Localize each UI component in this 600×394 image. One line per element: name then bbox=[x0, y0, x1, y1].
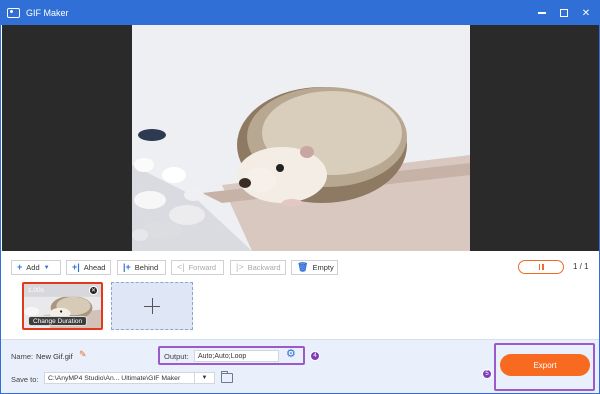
output-settings-panel: Name: New Gif.gif ✎ Output: Auto;Auto;Lo… bbox=[1, 339, 599, 393]
backward-icon: |> bbox=[236, 262, 244, 272]
step-badge-output: 4 bbox=[310, 351, 320, 361]
maximize-icon bbox=[560, 9, 568, 17]
save-to-label: Save to: bbox=[11, 375, 39, 384]
add-label: Add bbox=[26, 263, 40, 272]
chevron-down-icon: ▼ bbox=[201, 375, 208, 381]
insert-behind-icon: |+ bbox=[123, 262, 131, 272]
frame-strip: 1.00s ✕ Change Duration bbox=[1, 281, 599, 337]
maximize-button[interactable] bbox=[557, 6, 571, 20]
chevron-down-icon[interactable]: ▼ bbox=[44, 265, 50, 271]
output-format-field[interactable]: Auto;Auto;Loop bbox=[194, 350, 279, 362]
title-bar: GIF Maker ✕ bbox=[1, 1, 599, 25]
frame-duration: 1.00s bbox=[28, 287, 44, 294]
ahead-label: Ahead bbox=[83, 263, 106, 272]
window-controls: ✕ bbox=[535, 1, 593, 25]
edit-name-icon[interactable]: ✎ bbox=[79, 350, 89, 360]
minimize-icon bbox=[538, 12, 546, 14]
save-path-dropdown[interactable]: ▼ bbox=[195, 372, 215, 384]
trash-icon: 🗑 bbox=[297, 262, 309, 272]
window-title: GIF Maker bbox=[26, 8, 69, 18]
pause-button[interactable] bbox=[518, 260, 564, 274]
preview-image bbox=[132, 25, 470, 251]
ahead-button[interactable]: +| Ahead bbox=[66, 260, 111, 275]
minimize-button[interactable] bbox=[535, 6, 549, 20]
behind-button[interactable]: |+ Behind bbox=[117, 260, 166, 275]
change-duration-button[interactable]: Change Duration bbox=[28, 316, 88, 326]
plus-icon: + bbox=[17, 262, 23, 272]
remove-frame-icon[interactable]: ✕ bbox=[89, 286, 98, 295]
forward-icon: <| bbox=[177, 262, 185, 272]
empty-button[interactable]: 🗑 Empty bbox=[291, 260, 338, 275]
add-button[interactable]: + Add ▼ bbox=[11, 260, 61, 275]
file-name: New Gif.gif bbox=[36, 352, 73, 361]
behind-label: Behind bbox=[134, 263, 159, 272]
hedgehog-image bbox=[132, 25, 470, 251]
frame-thumbnail[interactable]: 1.00s ✕ Change Duration bbox=[22, 282, 103, 330]
empty-label: Empty bbox=[312, 263, 334, 272]
add-frame-slot[interactable] bbox=[111, 282, 193, 330]
name-label: Name: bbox=[11, 352, 34, 361]
close-icon: ✕ bbox=[581, 7, 591, 19]
pause-icon bbox=[538, 264, 540, 270]
preview-area bbox=[2, 25, 599, 251]
step-badge-export: 5 bbox=[482, 369, 492, 379]
backward-label: Backward bbox=[247, 263, 281, 272]
page-indicator: 1 / 1 bbox=[573, 262, 589, 271]
close-button[interactable]: ✕ bbox=[579, 6, 593, 20]
add-frame-icon bbox=[144, 298, 160, 314]
gear-icon[interactable]: ⚙ bbox=[286, 349, 297, 360]
forward-label: Forward bbox=[188, 263, 217, 272]
frame-toolbar: + Add ▼ +| Ahead |+ Behind <| Forward |>… bbox=[1, 251, 599, 281]
output-label: Output: bbox=[164, 352, 189, 361]
gif-maker-window: GIF Maker ✕ + Add ▼ +| Ahead |+ Behind <… bbox=[0, 0, 600, 394]
insert-ahead-icon: +| bbox=[72, 262, 80, 272]
save-path-field[interactable]: C:\AnyMP4 Studio\An... Ultimate\GIF Make… bbox=[44, 372, 195, 384]
forward-button[interactable]: <| Forward bbox=[171, 260, 224, 275]
folder-icon[interactable] bbox=[221, 371, 233, 383]
export-button[interactable]: Export bbox=[500, 354, 590, 376]
backward-button[interactable]: |> Backward bbox=[230, 260, 286, 275]
app-icon bbox=[7, 8, 20, 18]
